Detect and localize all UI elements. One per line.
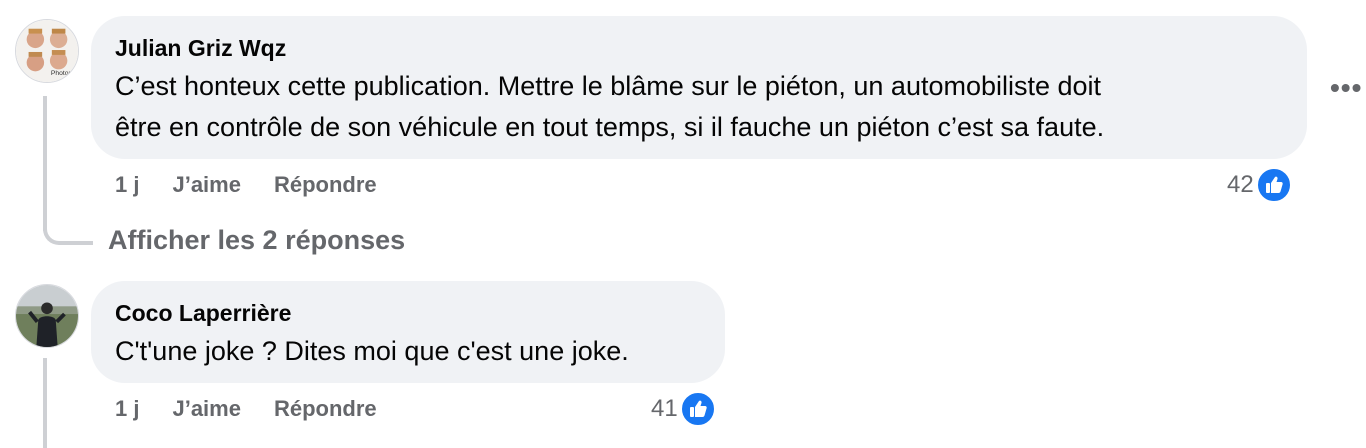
thumbs-up-icon [1255,167,1292,203]
comment-text-line: être en contrôle de son véhicule en tout… [115,112,1105,142]
reaction-count: 42 [1227,171,1254,198]
thread-line-vertical [43,96,47,231]
avatar[interactable]: Photom [15,19,79,83]
like-button[interactable]: J’aime [172,172,241,198]
comment-text-line: C’est honteux cette publication. Mettre … [115,71,1102,101]
comment-bubble: Coco Laperrière C't'une joke ? Dites moi… [91,281,725,383]
comment-author[interactable]: Julian Griz Wqz [115,34,1283,62]
comment-actions: 1 j J’aime Répondre [115,172,410,198]
reply-button[interactable]: Répondre [274,172,377,198]
thread-line-corner [43,227,93,245]
comment-text-line: C't'une joke ? Dites moi que c'est une j… [115,336,629,366]
thread-line-vertical [43,358,47,448]
comment-text: C't'une joke ? Dites moi que c'est une j… [115,331,701,372]
reaction-count: 41 [651,395,678,422]
comment-author[interactable]: Coco Laperrière [115,299,701,327]
comment-timestamp[interactable]: 1 j [115,396,139,422]
reaction-summary[interactable]: 41 [651,391,716,427]
comment-actions: 1 j J’aime Répondre [115,396,410,422]
avatar-watermark-text: Photom [51,70,75,77]
reply-button[interactable]: Répondre [274,396,377,422]
comment-timestamp[interactable]: 1 j [115,172,139,198]
comment-bubble: Julian Griz Wqz C’est honteux cette publ… [91,16,1307,159]
comment-text: C’est honteux cette publication. Mettre … [115,66,1283,148]
like-button[interactable]: J’aime [172,396,241,422]
view-replies-link[interactable]: Afficher les 2 réponses [108,225,405,256]
avatar[interactable] [15,284,79,348]
thumbs-up-icon [679,391,716,427]
avatar-outdoor-photo [16,285,78,347]
more-options-icon[interactable]: ••• [1330,72,1362,104]
reaction-summary[interactable]: 42 [1227,167,1292,203]
avatar-photo-collage: Photom [16,20,78,82]
